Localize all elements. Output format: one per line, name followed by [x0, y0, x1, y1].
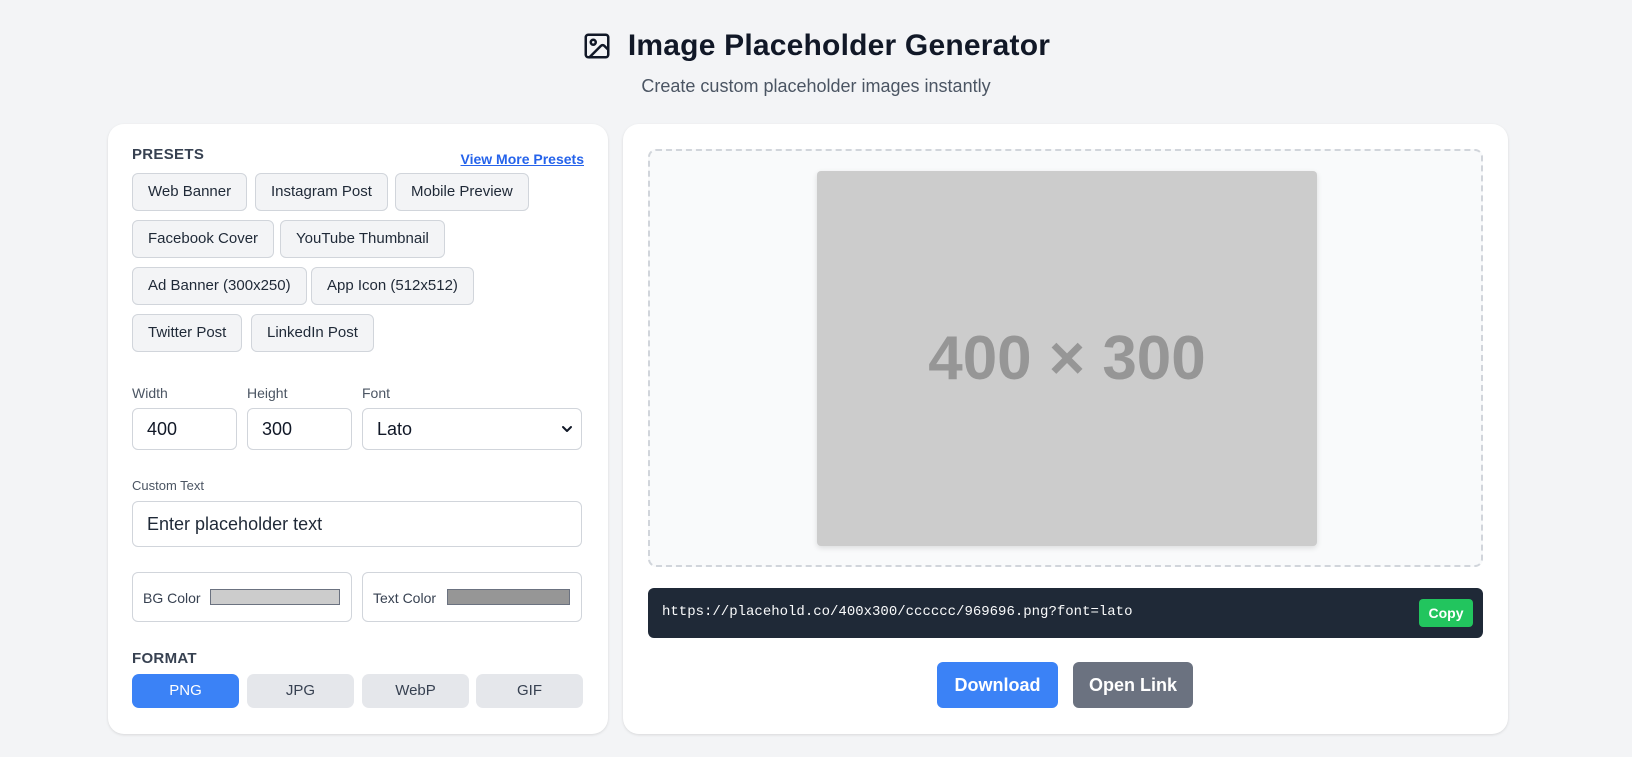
preset-ad-banner[interactable]: Ad Banner (300x250) — [132, 267, 307, 305]
page-title: Image Placeholder Generator — [627, 29, 1051, 62]
bg-color-picker[interactable]: BG Color — [132, 572, 352, 622]
font-select-value: Lato — [377, 419, 413, 439]
text-color-swatch[interactable] — [447, 589, 570, 605]
format-png-button[interactable]: PNG — [132, 674, 239, 708]
text-color-picker[interactable]: Text Color — [362, 572, 582, 622]
custom-text-label: Custom Text — [132, 478, 205, 493]
width-label: Width — [132, 385, 168, 401]
preset-web-banner[interactable]: Web Banner — [132, 173, 248, 211]
height-label: Height — [247, 385, 288, 401]
title-row: Image Placeholder Generator — [582, 26, 1050, 66]
image-icon — [584, 33, 610, 59]
font-select[interactable]: Lato — [362, 408, 582, 450]
chevron-down-icon — [562, 426, 572, 432]
preset-linkedin-post[interactable]: LinkedIn Post — [251, 314, 374, 352]
format-jpg-button[interactable]: JPG — [247, 674, 354, 708]
text-color-label: Text Color — [373, 590, 437, 606]
bg-color-label: BG Color — [143, 590, 201, 606]
settings-panel: PRESETS View More Presets Web Banner Ins… — [108, 124, 608, 734]
font-label: Font — [362, 385, 391, 401]
preset-facebook-cover[interactable]: Facebook Cover — [132, 220, 275, 258]
width-input[interactable]: 400 — [132, 408, 237, 450]
bg-color-swatch[interactable] — [210, 589, 340, 605]
preset-youtube-thumbnail[interactable]: YouTube Thumbnail — [280, 220, 445, 258]
format-webp-button[interactable]: WebP — [362, 674, 469, 708]
presets-label: PRESETS — [132, 146, 205, 163]
preset-instagram-post[interactable]: Instagram Post — [255, 173, 388, 211]
preset-mobile-preview[interactable]: Mobile Preview — [395, 173, 529, 211]
download-button[interactable]: Download — [937, 662, 1058, 708]
format-label: FORMAT — [132, 650, 197, 667]
format-gif-button[interactable]: GIF — [476, 674, 583, 708]
page-header: Image Placeholder Generator Create custo… — [0, 26, 1632, 97]
custom-text-input[interactable]: Enter placeholder text — [132, 501, 582, 547]
open-link-button[interactable]: Open Link — [1073, 662, 1193, 708]
preview-area: 400 × 300 — [648, 149, 1483, 567]
generated-url[interactable]: https://placehold.co/400x300/cccccc/9696… — [662, 604, 1132, 620]
url-bar: https://placehold.co/400x300/cccccc/9696… — [648, 588, 1483, 638]
copy-url-button[interactable]: Copy — [1419, 599, 1473, 627]
page-subtitle: Create custom placeholder images instant… — [641, 76, 991, 96]
placeholder-preview-image: 400 × 300 — [817, 171, 1317, 546]
preview-dimensions-text: 400 × 300 — [928, 324, 1206, 393]
height-input[interactable]: 300 — [247, 408, 352, 450]
view-more-presets-link[interactable]: View More Presets — [461, 151, 584, 167]
preview-panel: 400 × 300 https://placehold.co/400x300/c… — [623, 124, 1508, 734]
preset-app-icon[interactable]: App Icon (512x512) — [311, 267, 474, 305]
preset-twitter-post[interactable]: Twitter Post — [132, 314, 243, 352]
